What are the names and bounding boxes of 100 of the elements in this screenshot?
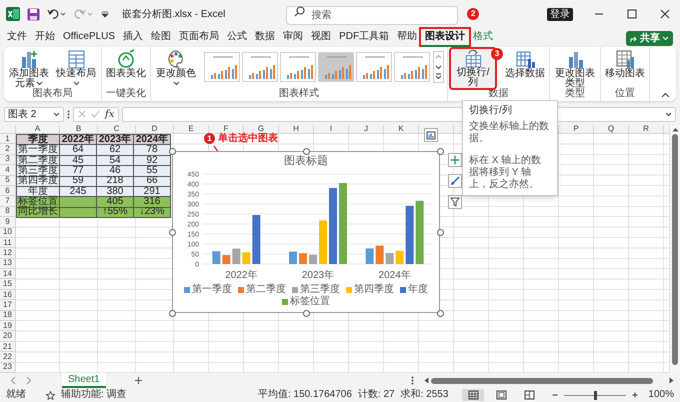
menu-tab[interactable]: 数据 (251, 29, 280, 47)
row-header[interactable]: 1 (0, 134, 16, 144)
column-header[interactable]: K (384, 125, 419, 134)
login-button[interactable]: 登录 (547, 8, 573, 20)
row-header[interactable]: 14 (0, 269, 16, 280)
collapse-ribbon-icon[interactable] (661, 92, 670, 98)
row-header[interactable]: 4 (0, 165, 16, 176)
row-header[interactable]: 12 (0, 248, 16, 259)
row-header[interactable]: 19 (0, 321, 16, 332)
row-header[interactable]: 23 (0, 362, 16, 373)
row-header[interactable]: 7 (0, 196, 16, 207)
search-field[interactable]: 搜索 (286, 6, 458, 25)
chart-filters-button[interactable] (448, 195, 462, 209)
row-header[interactable]: 8 (0, 206, 16, 218)
table-cell[interactable]: 316 (133, 196, 171, 208)
row-header[interactable]: 16 (0, 290, 16, 300)
chart-styles-button[interactable] (448, 174, 462, 188)
name-box[interactable]: 图表 2 (4, 106, 64, 122)
column-header[interactable]: H (279, 125, 314, 134)
menu-tab[interactable]: 图表设计 (421, 29, 470, 47)
resize-handle[interactable] (302, 148, 310, 154)
table-cell[interactable]: 第一季度 (16, 144, 60, 156)
previous-sheet-icon[interactable] (10, 376, 16, 385)
ribbon-command-button[interactable]: 更改图表类型 (553, 49, 597, 89)
maximize-icon[interactable] (627, 9, 637, 19)
resize-handle[interactable] (168, 228, 176, 236)
table-cell[interactable]: 77 (59, 165, 97, 177)
chart-style-thumbnail[interactable] (356, 52, 392, 82)
scroll-thumb[interactable] (431, 378, 653, 384)
menu-tab[interactable]: 视图 (307, 29, 336, 47)
menu-tab[interactable]: 公式 (223, 29, 252, 47)
resize-handle[interactable] (436, 148, 444, 154)
resize-handle[interactable] (168, 310, 176, 316)
layout-options-button[interactable] (424, 128, 438, 142)
menu-tab[interactable]: 页面布局 (175, 29, 224, 47)
row-header[interactable]: 13 (0, 258, 16, 270)
view-button[interactable] (462, 389, 484, 401)
scroll-up-icon[interactable] (672, 127, 678, 132)
scroll-thumb[interactable] (672, 134, 678, 365)
horizontal-scroll-bar[interactable] (424, 376, 674, 385)
accessibility-icon[interactable] (46, 390, 55, 400)
scroll-left-icon[interactable] (424, 377, 429, 384)
row-header[interactable]: 22 (0, 352, 16, 363)
chart-style-thumbnail[interactable] (280, 52, 316, 82)
menu-tab[interactable]: 审阅 (279, 29, 308, 47)
row-header[interactable]: 2 (0, 144, 16, 155)
row-header[interactable]: 9 (0, 217, 16, 228)
column-header[interactable]: A (16, 125, 60, 134)
row-header[interactable]: 21 (0, 342, 16, 352)
row-header[interactable]: 15 (0, 279, 16, 290)
chart-elements-button[interactable] (448, 153, 462, 167)
column-header[interactable]: I (314, 125, 349, 134)
menu-tab[interactable]: OfficePLUS (59, 29, 120, 47)
column-header[interactable]: G (244, 125, 279, 134)
row-header[interactable]: 18 (0, 310, 16, 322)
vertical-scroll-bar[interactable] (669, 125, 680, 373)
table-cell[interactable]: 66 (133, 176, 171, 187)
row-header[interactable]: 5 (0, 176, 16, 186)
table-cell[interactable]: 2024年 (133, 134, 171, 146)
chart-style-thumbnail[interactable] (242, 52, 278, 82)
gallery-scroll-bar[interactable] (433, 51, 444, 83)
expand-icon[interactable] (665, 112, 672, 116)
menu-tab[interactable]: 帮助 (393, 29, 422, 47)
table-cell[interactable]: ↓23% (133, 206, 171, 218)
expand-gallery-icon[interactable] (434, 72, 443, 82)
chart-style-thumbnail[interactable] (318, 52, 354, 82)
row-header[interactable]: 17 (0, 300, 16, 311)
row-header[interactable]: 3 (0, 154, 16, 166)
column-header[interactable]: R (629, 125, 664, 134)
menu-tab[interactable]: 绘图 (147, 29, 176, 47)
undo-icon[interactable] (47, 8, 67, 20)
column-header[interactable]: Q (594, 125, 629, 134)
close-icon[interactable] (660, 9, 670, 19)
accessibility-status[interactable]: 辅助功能: 调查 (61, 389, 127, 401)
more-icon[interactable] (67, 110, 70, 118)
ribbon-command-button[interactable]: 更改颜色 (154, 49, 198, 89)
row-header[interactable]: 20 (0, 331, 16, 342)
ribbon-command-button[interactable]: 移动图表 (604, 49, 646, 79)
menu-tab[interactable]: 开始 (31, 29, 59, 47)
ribbon-command-button[interactable]: 图表美化 (105, 49, 147, 79)
zoom-thumb[interactable] (594, 390, 597, 400)
column-header[interactable]: C (98, 125, 136, 134)
zoom-out-icon[interactable] (552, 392, 558, 398)
menu-tab[interactable]: PDF工具箱 (335, 29, 394, 47)
chart-style-thumbnail[interactable] (204, 52, 240, 82)
customize-icon[interactable] (101, 10, 109, 18)
scroll-right-icon[interactable] (669, 377, 674, 384)
column-header[interactable]: P (559, 125, 594, 134)
share-button[interactable]: 共享 (626, 31, 673, 46)
menu-tab[interactable]: 插入 (119, 29, 148, 47)
table-cell[interactable]: 同比增长 (16, 206, 60, 218)
ribbon-command-button[interactable]: 快速布局 (54, 49, 98, 89)
table-cell[interactable]: 第四季度 (16, 176, 60, 187)
sheet-tab[interactable]: Sheet1 (62, 373, 106, 388)
add-sheet-icon[interactable] (134, 376, 143, 385)
row-header[interactable]: 6 (0, 186, 16, 196)
ribbon-command-button[interactable]: 选择数据 (504, 49, 546, 79)
menu-tab[interactable]: 文件 (3, 29, 31, 47)
table-cell[interactable]: 46 (96, 165, 134, 177)
save-icon[interactable] (27, 8, 40, 20)
